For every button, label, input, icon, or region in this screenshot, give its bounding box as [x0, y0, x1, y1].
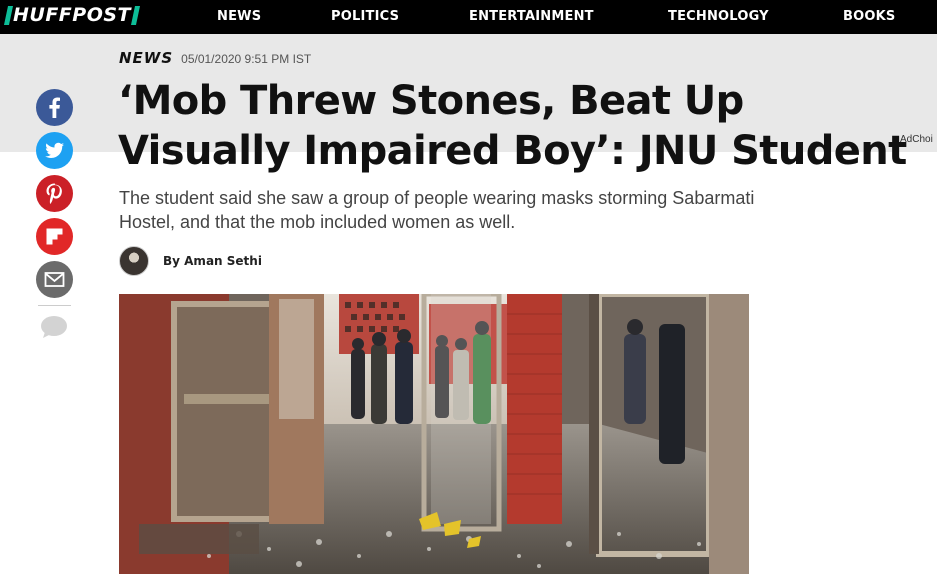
- flipboard-icon: [36, 218, 73, 255]
- flipboard-share-button[interactable]: [36, 218, 73, 255]
- email-icon: [36, 261, 73, 298]
- logo-accent-bar: [3, 5, 14, 25]
- twitter-icon: [36, 132, 73, 169]
- nav-news[interactable]: NEWS: [217, 9, 261, 24]
- logo-accent-bar: [130, 5, 141, 25]
- comments-button[interactable]: [38, 314, 70, 340]
- article-dek: The student said she saw a group of peop…: [119, 188, 755, 232]
- email-share-button[interactable]: [36, 261, 73, 298]
- damaged-hostel-photo: [119, 294, 749, 574]
- article-meta: NEWS 05/01/2020 9:51 PM IST: [119, 49, 311, 67]
- huffpost-logo[interactable]: HUFFPOST: [3, 3, 141, 27]
- article-headline: ‘Mob Threw Stones, Beat Up Visually Impa…: [118, 78, 907, 174]
- author-byline: By Aman Sethi: [119, 246, 262, 276]
- nav-technology[interactable]: TECHNOLOGY: [668, 9, 769, 24]
- nav-entertainment[interactable]: ENTERTAINMENT: [469, 9, 594, 24]
- section-label[interactable]: NEWS: [119, 49, 173, 67]
- publish-timestamp: 05/01/2020 9:51 PM IST: [181, 52, 312, 66]
- nav-books[interactable]: BOOKS: [843, 9, 895, 24]
- facebook-icon: [36, 89, 73, 126]
- comment-icon: [41, 316, 67, 338]
- author-avatar[interactable]: [119, 246, 149, 276]
- share-divider: [38, 305, 71, 306]
- logo-text: HUFFPOST: [13, 4, 132, 26]
- article-lead-photo[interactable]: [119, 294, 749, 574]
- author-name[interactable]: By Aman Sethi: [163, 254, 262, 268]
- nav-politics[interactable]: POLITICS: [331, 9, 399, 24]
- pinterest-icon: [36, 175, 73, 212]
- facebook-share-button[interactable]: [36, 89, 73, 126]
- twitter-share-button[interactable]: [36, 132, 73, 169]
- pinterest-share-button[interactable]: [36, 175, 73, 212]
- top-navigation: HUFFPOST NEWS POLITICS ENTERTAINMENT TEC…: [0, 0, 937, 34]
